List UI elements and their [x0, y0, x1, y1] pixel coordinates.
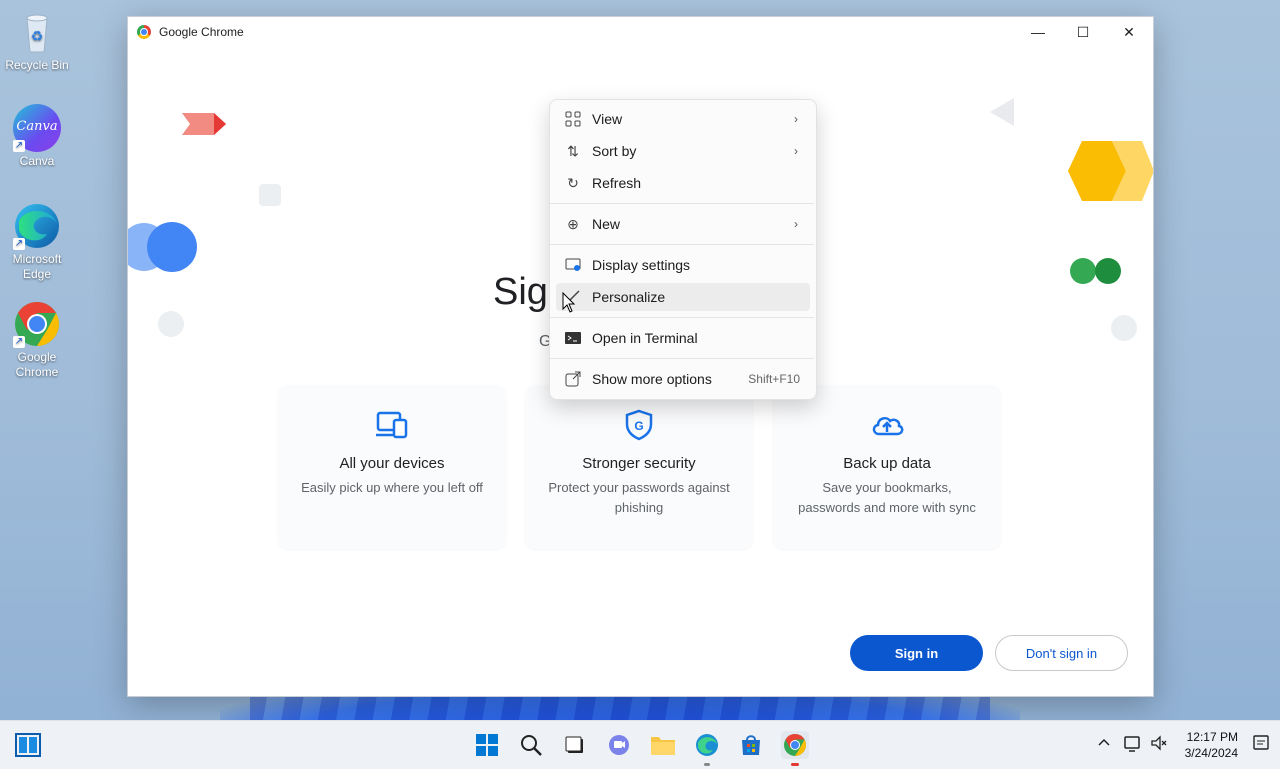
start-button[interactable]	[14, 731, 42, 759]
menu-item-open-terminal[interactable]: Open in Terminal	[556, 324, 810, 352]
chrome-icon: ↗	[13, 300, 61, 348]
menu-separator	[550, 203, 814, 204]
menu-item-label: Refresh	[592, 175, 642, 191]
recycle-bin-icon: ♻	[13, 8, 61, 56]
feature-card-devices: All your devices Easily pick up where yo…	[278, 385, 506, 549]
feature-desc: Save your bookmarks, passwords and more …	[798, 480, 976, 515]
menu-item-refresh[interactable]: ↻ Refresh	[556, 169, 810, 197]
edge-icon: ↗	[13, 202, 61, 250]
svg-text:♻: ♻	[31, 28, 44, 44]
notification-icon[interactable]	[1252, 731, 1270, 758]
desktop-icon-recycle-bin[interactable]: ♻ Recycle Bin	[0, 8, 74, 73]
chevron-right-icon: ›	[794, 217, 798, 231]
external-icon	[564, 370, 582, 388]
chevron-right-icon: ›	[794, 144, 798, 158]
menu-item-label: Sort by	[592, 143, 637, 159]
menu-item-view[interactable]: View ›	[556, 105, 810, 133]
desktop-icon-edge[interactable]: ↗ Microsoft Edge	[0, 202, 74, 282]
deco-gray-circle	[158, 311, 184, 337]
desktop-context-menu: View › ⇅ Sort by › ↻ Refresh ⊕ New › Dis…	[549, 99, 817, 400]
page-heading: Sig	[493, 271, 548, 313]
clock-date: 3/24/2024	[1184, 746, 1238, 760]
menu-item-show-more-options[interactable]: Show more options Shift+F10	[556, 365, 810, 393]
menu-item-label: View	[592, 111, 623, 127]
deco-blue-circles	[128, 222, 197, 272]
minimize-button[interactable]: —	[1015, 17, 1061, 47]
desktop-icon-label: Microsoft Edge	[12, 252, 62, 281]
windows-start-icon[interactable]	[473, 731, 501, 759]
desktop-icon-canva[interactable]: Canva ↗ Canva	[0, 104, 74, 169]
chrome-taskbar-icon[interactable]	[781, 731, 809, 766]
menu-item-new[interactable]: ⊕ New ›	[556, 210, 810, 238]
taskbar: 12:17 PM 3/24/2024	[0, 720, 1280, 769]
edge-taskbar-icon[interactable]	[693, 731, 721, 766]
menu-item-shortcut: Shift+F10	[748, 372, 800, 386]
desktop-icon-label: Google Chrome	[15, 350, 59, 379]
dont-sign-in-button[interactable]: Don't sign in	[995, 635, 1128, 671]
feature-title: All your devices	[339, 455, 445, 472]
teams-chat-icon[interactable]	[605, 731, 633, 759]
menu-item-display-settings[interactable]: Display settings	[556, 251, 810, 279]
menu-item-personalize[interactable]: Personalize	[556, 283, 810, 311]
sign-in-button[interactable]: Sign in	[850, 635, 983, 671]
cloud-upload-icon	[870, 409, 904, 441]
menu-item-label: Personalize	[592, 289, 666, 305]
deco-yellow-hexagons	[1068, 141, 1153, 201]
menu-item-label: New	[592, 216, 621, 232]
grid-icon	[564, 110, 582, 128]
chevron-up-icon[interactable]	[1097, 731, 1111, 758]
feature-desc: Easily pick up where you left off	[301, 480, 483, 495]
devices-icon	[375, 409, 409, 441]
feature-card-backup: Back up data Save your bookmarks, passwo…	[773, 385, 1001, 549]
clock-time: 12:17 PM	[1186, 730, 1238, 744]
desktop-icon-label: Canva	[19, 154, 55, 168]
menu-separator	[550, 317, 814, 318]
deco-red-arrow	[182, 113, 226, 135]
deco-green-circles	[1070, 258, 1121, 284]
feature-title: Stronger security	[582, 455, 696, 472]
desktop-icon-label: Recycle Bin	[5, 58, 69, 72]
shortcut-arrow-icon: ↗	[13, 238, 25, 250]
svg-text:G: G	[634, 419, 643, 433]
close-button[interactable]: ✕	[1106, 17, 1152, 47]
canva-logo-text: Canva	[16, 119, 58, 134]
display-icon	[564, 256, 582, 274]
deco-gray-square	[259, 184, 281, 206]
window-title: Google Chrome	[159, 25, 244, 39]
task-view-icon[interactable]	[561, 731, 589, 759]
network-icon[interactable]	[1124, 731, 1142, 758]
plus-circle-icon: ⊕	[567, 215, 579, 232]
menu-separator	[550, 244, 814, 245]
mouse-cursor-icon	[562, 292, 576, 313]
menu-item-label: Show more options	[592, 371, 712, 387]
search-icon[interactable]	[517, 731, 545, 759]
feature-card-security: G Stronger security Protect your passwor…	[525, 385, 753, 549]
system-clock[interactable]: 12:17 PM 3/24/2024	[1185, 729, 1238, 761]
store-icon[interactable]	[737, 731, 765, 759]
refresh-icon: ↻	[567, 174, 579, 191]
running-indicator	[704, 763, 710, 766]
menu-item-label: Display settings	[592, 257, 691, 273]
sort-icon: ⇅	[567, 142, 579, 159]
menu-separator	[550, 358, 814, 359]
menu-item-sort-by[interactable]: ⇅ Sort by ›	[556, 137, 810, 165]
canva-icon: Canva ↗	[13, 104, 61, 152]
active-indicator	[791, 763, 799, 766]
deco-gray-circle	[1111, 315, 1137, 341]
shortcut-arrow-icon: ↗	[13, 336, 25, 348]
shortcut-arrow-icon: ↗	[13, 140, 25, 152]
chevron-right-icon: ›	[794, 112, 798, 126]
file-explorer-icon[interactable]	[649, 731, 677, 759]
feature-desc: Protect your passwords against phishing	[548, 480, 730, 515]
desktop-icon-chrome[interactable]: ↗ Google Chrome	[0, 300, 74, 380]
terminal-icon	[564, 329, 582, 347]
volume-muted-icon[interactable]	[1150, 731, 1168, 758]
deco-gray-triangle	[990, 98, 1014, 126]
chrome-logo-icon	[137, 25, 151, 39]
menu-item-label: Open in Terminal	[592, 330, 698, 346]
maximize-button[interactable]: ☐	[1060, 17, 1106, 47]
feature-title: Back up data	[843, 455, 931, 472]
shield-g-icon: G	[622, 409, 656, 441]
title-bar[interactable]: Google Chrome — ☐ ✕	[128, 17, 1153, 47]
